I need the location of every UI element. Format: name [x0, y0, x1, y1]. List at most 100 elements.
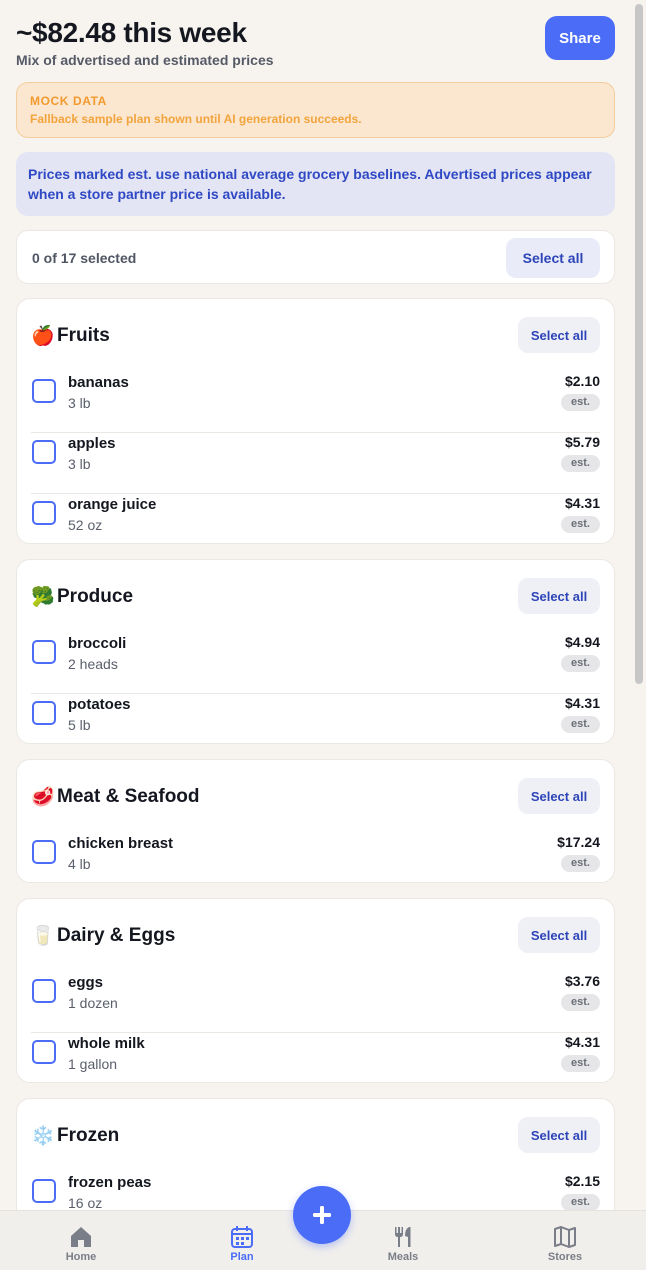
share-button[interactable]: Share: [545, 16, 615, 60]
estimate-badge: est.: [561, 855, 600, 872]
item-checkbox[interactable]: [32, 440, 56, 464]
item-price: $17.24: [557, 834, 600, 850]
milk-glass-icon: 🥛: [31, 926, 55, 947]
list-item[interactable]: potatoes 5 lb $4.31 est.: [17, 693, 614, 754]
estimate-badge: est.: [561, 455, 600, 472]
estimate-badge: est.: [561, 716, 600, 733]
category-select-all-button[interactable]: Select all: [518, 578, 600, 614]
selected-count: 0 of 17 selected: [32, 250, 137, 266]
category-produce: 🥦 Produce Select all broccoli 2 heads $4…: [16, 559, 615, 744]
fork-knife-icon: [395, 1227, 411, 1247]
estimate-badge: est.: [561, 994, 600, 1011]
pricing-info-banner: Prices marked est. use national average …: [16, 152, 615, 216]
price-source-subtitle: Mix of advertised and estimated prices: [16, 52, 274, 68]
category-title: 🥩 Meat & Seafood: [31, 785, 200, 809]
category-select-all-button[interactable]: Select all: [518, 778, 600, 814]
category-name: Meat & Seafood: [57, 786, 200, 807]
calendar-icon: [231, 1226, 253, 1248]
category-title: 🥦 Produce: [31, 585, 133, 609]
list-item[interactable]: apples 3 lb $5.79 est.: [17, 432, 614, 493]
plan-scroll-area[interactable]: ~$82.48 this week Mix of advertised and …: [0, 0, 632, 1210]
estimate-badge: est.: [561, 394, 600, 411]
apple-icon: 🍎: [31, 326, 55, 347]
category-header: 🍎 Fruits Select all: [17, 299, 614, 371]
item-quantity: 1 dozen: [68, 995, 118, 1011]
item-name: orange juice: [68, 496, 157, 513]
item-checkbox[interactable]: [32, 1179, 56, 1203]
item-quantity: 1 gallon: [68, 1056, 118, 1072]
nav-home[interactable]: Home: [46, 1225, 116, 1267]
select-all-button[interactable]: Select all: [506, 238, 600, 278]
item-name: chicken breast: [68, 835, 174, 852]
steak-icon: 🥩: [31, 787, 55, 808]
item-name: whole milk: [68, 1035, 145, 1052]
item-checkbox[interactable]: [32, 840, 56, 864]
item-quantity: 16 oz: [68, 1195, 103, 1210]
estimate-badge: est.: [561, 1194, 600, 1210]
plus-icon: [313, 1206, 331, 1224]
mock-data-banner: MOCK DATA Fallback sample plan shown unt…: [16, 82, 615, 138]
category-name: Frozen: [57, 1125, 120, 1146]
item-checkbox[interactable]: [32, 979, 56, 1003]
item-price: $4.31: [564, 1034, 600, 1050]
nav-plan-label: Plan: [230, 1251, 254, 1263]
item-price: $4.94: [564, 634, 600, 650]
mock-data-text: Fallback sample plan shown until AI gene…: [30, 112, 362, 126]
list-item[interactable]: chicken breast 4 lb $17.24 est.: [17, 832, 614, 893]
selection-bar: 0 of 17 selected Select all: [16, 230, 615, 284]
weekly-total-title: ~$82.48 this week: [16, 17, 247, 48]
item-quantity: 4 lb: [68, 856, 91, 872]
list-item[interactable]: broccoli 2 heads $4.94 est.: [17, 632, 614, 693]
item-checkbox[interactable]: [32, 379, 56, 403]
broccoli-icon: 🥦: [31, 587, 55, 608]
item-checkbox[interactable]: [32, 501, 56, 525]
item-price: $2.15: [564, 1173, 600, 1189]
list-item[interactable]: bananas 3 lb $2.10 est.: [17, 371, 614, 432]
item-price: $4.31: [564, 495, 600, 511]
nav-stores[interactable]: Stores: [530, 1225, 600, 1267]
nav-meals[interactable]: Meals: [368, 1225, 438, 1267]
item-quantity: 3 lb: [68, 456, 91, 472]
map-icon: [554, 1226, 576, 1248]
item-name: broccoli: [68, 635, 127, 652]
category-title: 🥛 Dairy & Eggs: [31, 924, 175, 948]
item-name: bananas: [68, 374, 129, 391]
category-select-all-button[interactable]: Select all: [518, 1117, 600, 1153]
category-meat-seafood: 🥩 Meat & Seafood Select all chicken brea…: [16, 759, 615, 883]
estimate-badge: est.: [561, 1055, 600, 1072]
item-checkbox[interactable]: [32, 1040, 56, 1064]
estimate-badge: est.: [561, 516, 600, 533]
category-name: Dairy & Eggs: [57, 925, 176, 946]
scrollbar[interactable]: [634, 2, 644, 1208]
item-name: apples: [68, 435, 116, 452]
add-button[interactable]: [293, 1186, 351, 1244]
item-name: eggs: [68, 974, 104, 991]
home-icon: [71, 1227, 91, 1247]
item-quantity: 2 heads: [68, 656, 118, 672]
snowflake-icon: ❄️: [31, 1126, 55, 1147]
nav-meals-label: Meals: [387, 1251, 419, 1263]
nav-stores-label: Stores: [547, 1251, 583, 1263]
item-checkbox[interactable]: [32, 640, 56, 664]
estimate-badge: est.: [561, 655, 600, 672]
list-item[interactable]: whole milk 1 gallon $4.31 est.: [17, 1032, 614, 1093]
category-name: Produce: [57, 586, 134, 607]
item-price: $3.76: [564, 973, 600, 989]
list-item[interactable]: eggs 1 dozen $3.76 est.: [17, 971, 614, 1032]
item-checkbox[interactable]: [32, 701, 56, 725]
category-select-all-button[interactable]: Select all: [518, 917, 600, 953]
category-header: 🥦 Produce Select all: [17, 560, 614, 632]
item-quantity: 3 lb: [68, 395, 91, 411]
item-quantity: 52 oz: [68, 517, 103, 533]
category-title: 🍎 Fruits: [31, 324, 110, 348]
category-header: 🥛 Dairy & Eggs Select all: [17, 899, 614, 971]
item-price: $2.10: [564, 373, 600, 389]
item-quantity: 5 lb: [68, 717, 91, 733]
scrollbar-thumb[interactable]: [635, 4, 643, 684]
category-select-all-button[interactable]: Select all: [518, 317, 600, 353]
nav-home-label: Home: [65, 1251, 97, 1263]
category-dairy-eggs: 🥛 Dairy & Eggs Select all eggs 1 dozen $…: [16, 898, 615, 1083]
list-item[interactable]: orange juice 52 oz $4.31 est.: [17, 493, 614, 554]
category-fruits: 🍎 Fruits Select all bananas 3 lb $2.10 e…: [16, 298, 615, 544]
nav-plan[interactable]: Plan: [207, 1225, 277, 1267]
